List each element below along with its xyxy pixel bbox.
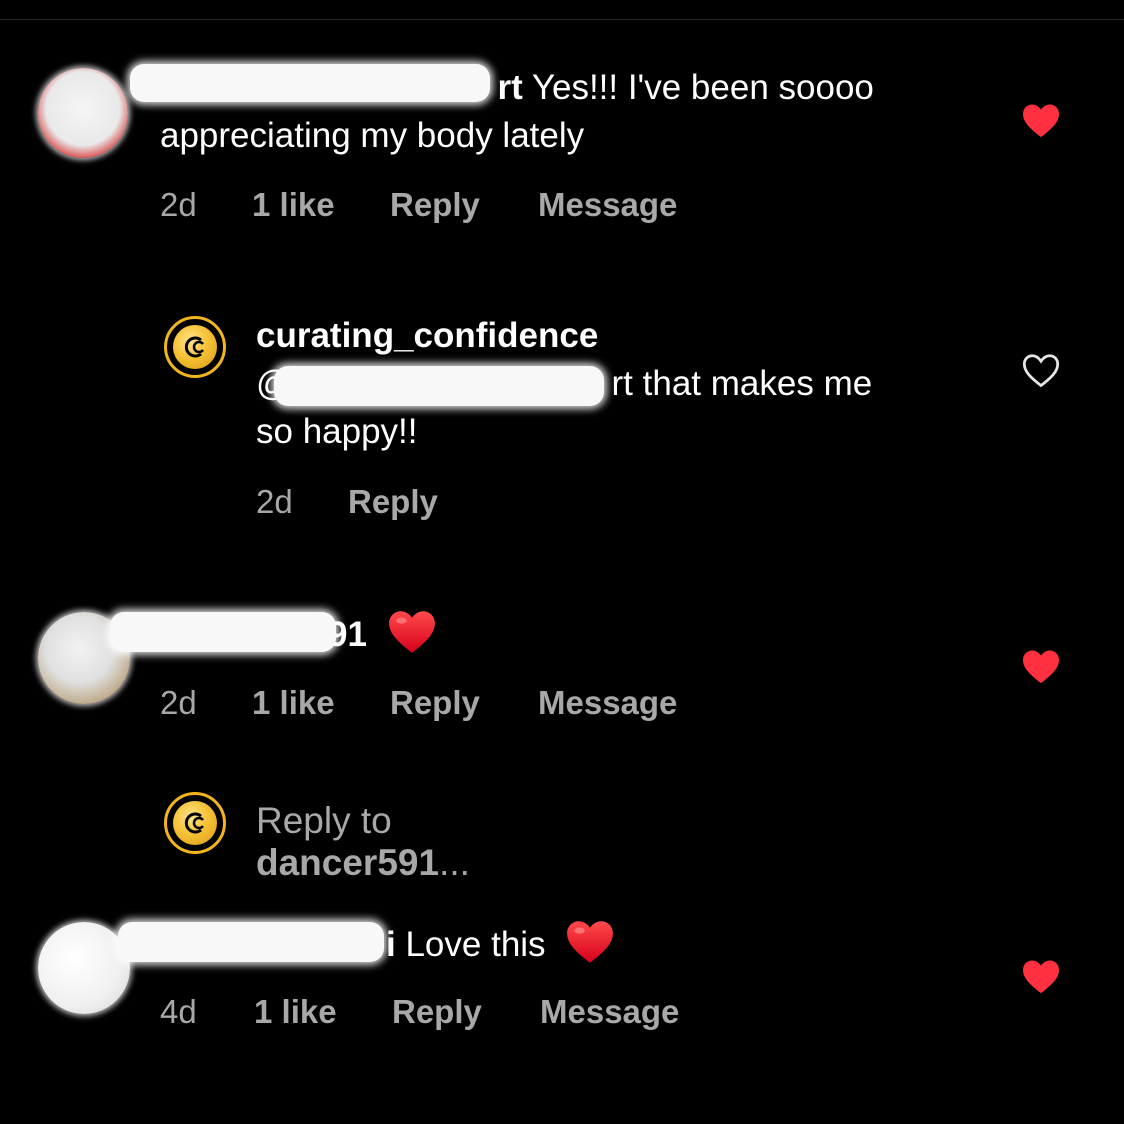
reply-button[interactable]: Reply bbox=[392, 993, 540, 1031]
comment-username-tail[interactable]: i bbox=[386, 925, 396, 964]
reply-to-text[interactable]: Reply to dancer591... bbox=[256, 800, 470, 884]
heart-filled-icon[interactable] bbox=[1021, 648, 1061, 684]
reply-to-name: dancer591 bbox=[256, 842, 440, 883]
red-heart-emoji-icon bbox=[567, 921, 614, 963]
comment-username-tail[interactable]: rt bbox=[497, 68, 522, 107]
cc-monogram-icon bbox=[184, 336, 204, 358]
comment-time: 2d bbox=[160, 684, 197, 721]
comment-body-line1: that makes me bbox=[642, 364, 873, 403]
brand-avatar[interactable] bbox=[164, 316, 226, 378]
heart-filled-icon[interactable] bbox=[1021, 102, 1061, 138]
username-redaction bbox=[110, 612, 336, 652]
comment-time: 4d bbox=[160, 993, 197, 1030]
comment-time: 2d bbox=[160, 186, 197, 223]
likes-count[interactable]: 1 like bbox=[252, 186, 390, 224]
username-redaction bbox=[118, 922, 384, 962]
likes-count[interactable]: 1 like bbox=[254, 993, 392, 1031]
comment-username[interactable]: curating_confidence bbox=[256, 316, 598, 355]
top-divider bbox=[0, 19, 1124, 20]
reply-to-suffix: ... bbox=[439, 842, 470, 883]
username-redaction bbox=[130, 64, 490, 102]
message-button[interactable]: Message bbox=[540, 993, 679, 1031]
comment-meta: 4d 1 like Reply Message bbox=[160, 993, 679, 1031]
brand-logo-icon bbox=[173, 325, 217, 369]
reply-button[interactable]: Reply bbox=[390, 684, 538, 722]
avatar[interactable] bbox=[38, 922, 130, 1014]
heart-outline-icon[interactable] bbox=[1021, 352, 1061, 388]
brand-logo-icon bbox=[173, 801, 217, 845]
red-heart-emoji-icon bbox=[388, 611, 435, 653]
likes-count[interactable]: 1 like bbox=[252, 684, 390, 722]
cc-monogram-icon bbox=[184, 812, 204, 834]
avatar[interactable] bbox=[38, 68, 128, 158]
mention-tail[interactable]: rt bbox=[612, 364, 633, 403]
comment-time: 2d bbox=[256, 483, 293, 520]
comment-body: Love this bbox=[405, 925, 546, 964]
mention-redaction bbox=[274, 366, 604, 406]
reply-button[interactable]: Reply bbox=[390, 186, 538, 224]
message-button[interactable]: Message bbox=[538, 186, 677, 224]
comment-body-line2: appreciating my body lately bbox=[160, 116, 585, 155]
comment-meta: 2d Reply bbox=[256, 483, 438, 521]
reply-to-prefix: Reply to bbox=[256, 800, 392, 841]
comment-meta: 2d 1 like Reply Message bbox=[160, 186, 677, 224]
message-button[interactable]: Message bbox=[538, 684, 677, 722]
brand-avatar bbox=[164, 792, 226, 854]
reply-button[interactable]: Reply bbox=[348, 483, 438, 521]
comment-body-line2: so happy!! bbox=[256, 412, 418, 451]
comment-meta: 2d 1 like Reply Message bbox=[160, 684, 677, 722]
heart-filled-icon[interactable] bbox=[1021, 958, 1061, 994]
comment-body-line1: Yes!!! I've been soooo bbox=[531, 68, 874, 107]
